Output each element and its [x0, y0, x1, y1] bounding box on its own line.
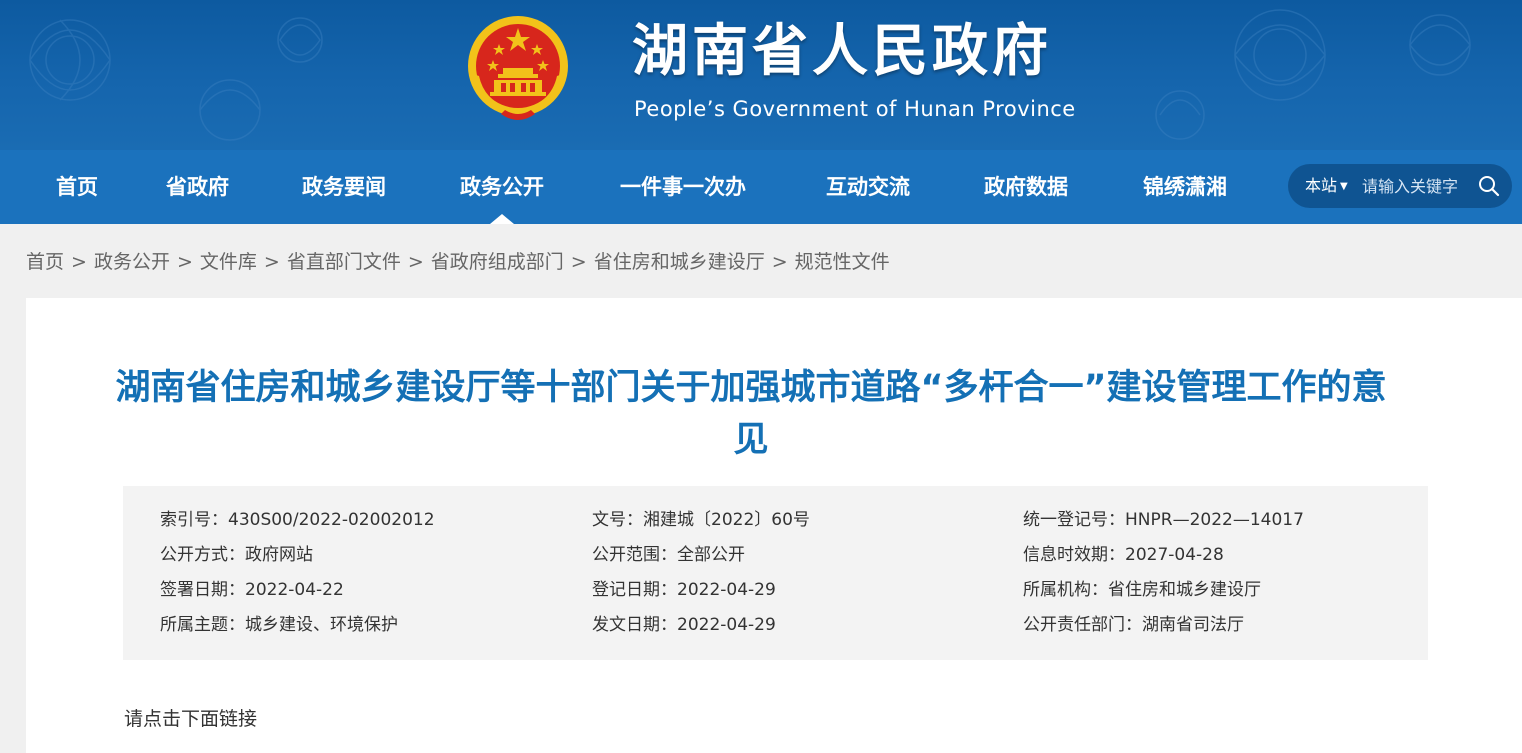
breadcrumb-housing-department[interactable]: 省住房和城乡建设厅: [594, 251, 765, 273]
document-metadata-table: 索引号：430S00/2022-02002012 文号：湘建城〔2022〕60号…: [123, 486, 1428, 660]
link-hint-text: 请点击下面链接: [124, 708, 258, 730]
nav-item-home[interactable]: 首页: [56, 150, 98, 224]
meta-issue-date: 发文日期：2022-04-29: [592, 615, 776, 635]
search-scope-select[interactable]: 本站 ▼: [1305, 164, 1348, 208]
meta-validity-period: 信息时效期：2027-04-28: [1023, 545, 1224, 565]
breadcrumb-separator: >: [771, 251, 788, 273]
site-subtitle: People’s Government of Hunan Province: [634, 97, 1076, 121]
meta-disclosure-method: 公开方式：政府网站: [160, 545, 313, 565]
search-icon[interactable]: [1478, 175, 1500, 197]
breadcrumb-separator: >: [263, 251, 280, 273]
breadcrumb-separator: >: [407, 251, 424, 273]
meta-document-number: 文号：湘建城〔2022〕60号: [592, 510, 810, 530]
dropdown-arrow-icon: ▼: [1340, 181, 1348, 192]
article-card: 湖南省住房和城乡建设厅等十部门关于加强城市道路“多杆合一”建设管理工作的意见 索…: [26, 298, 1522, 753]
national-emblem-icon: [468, 16, 568, 120]
breadcrumb-department-documents[interactable]: 省直部门文件: [287, 251, 401, 273]
meta-topic: 所属主题：城乡建设、环境保护: [160, 615, 398, 635]
nav-item-one-stop-service[interactable]: 一件事一次办: [620, 150, 746, 224]
breadcrumb: 首页 > 政务公开 > 文件库 > 省直部门文件 > 省政府组成部门 > 省住房和城乡建设厅 > 规范性…: [26, 248, 890, 276]
meta-issuing-agency: 所属机构：省住房和城乡建设厅: [1023, 580, 1261, 600]
meta-responsible-department: 公开责任部门：湖南省司法厅: [1023, 615, 1244, 635]
nav-item-government-data[interactable]: 政府数据: [984, 150, 1068, 224]
main-navigation: 首页 省政府 政务要闻 政务公开 一件事一次办 互动交流 政府数据 锦绣潇湘 本…: [0, 150, 1522, 224]
site-title: 湖南省人民政府: [632, 18, 1052, 84]
meta-registration-date: 登记日期：2022-04-29: [592, 580, 776, 600]
nav-item-label: 政务公开: [460, 175, 544, 199]
nav-item-government-affairs-disclosure[interactable]: 政务公开: [460, 150, 544, 224]
search-box: 本站 ▼: [1288, 164, 1512, 208]
meta-index-number: 索引号：430S00/2022-02002012: [160, 510, 435, 530]
breadcrumb-government-affairs-disclosure[interactable]: 政务公开: [94, 251, 170, 273]
meta-registration-number: 统一登记号：HNPR—2022—14017: [1023, 510, 1304, 530]
search-input[interactable]: [1362, 172, 1474, 200]
nav-item-government-news[interactable]: 政务要闻: [302, 150, 386, 224]
search-scope-label: 本站: [1305, 176, 1338, 195]
nav-item-provincial-government[interactable]: 省政府: [166, 150, 229, 224]
breadcrumb-separator: >: [570, 251, 587, 273]
breadcrumb-constituent-departments[interactable]: 省政府组成部门: [431, 251, 564, 273]
meta-disclosure-scope: 公开范围：全部公开: [592, 545, 745, 565]
active-nav-indicator: [490, 214, 514, 224]
breadcrumb-document-library[interactable]: 文件库: [200, 251, 257, 273]
breadcrumb-normative-documents[interactable]: 规范性文件: [795, 251, 890, 273]
nav-item-interaction[interactable]: 互动交流: [826, 150, 910, 224]
header-banner: 湖南省人民政府 People’s Government of Hunan Pro…: [0, 0, 1522, 150]
nav-item-scenic-hunan[interactable]: 锦绣潇湘: [1143, 150, 1227, 224]
breadcrumb-separator: >: [71, 251, 87, 273]
meta-signing-date: 签署日期：2022-04-22: [160, 580, 344, 600]
breadcrumb-separator: >: [176, 251, 193, 273]
article-title: 湖南省住房和城乡建设厅等十部门关于加强城市道路“多杆合一”建设管理工作的意见: [115, 368, 1387, 460]
breadcrumb-home[interactable]: 首页: [26, 251, 64, 273]
